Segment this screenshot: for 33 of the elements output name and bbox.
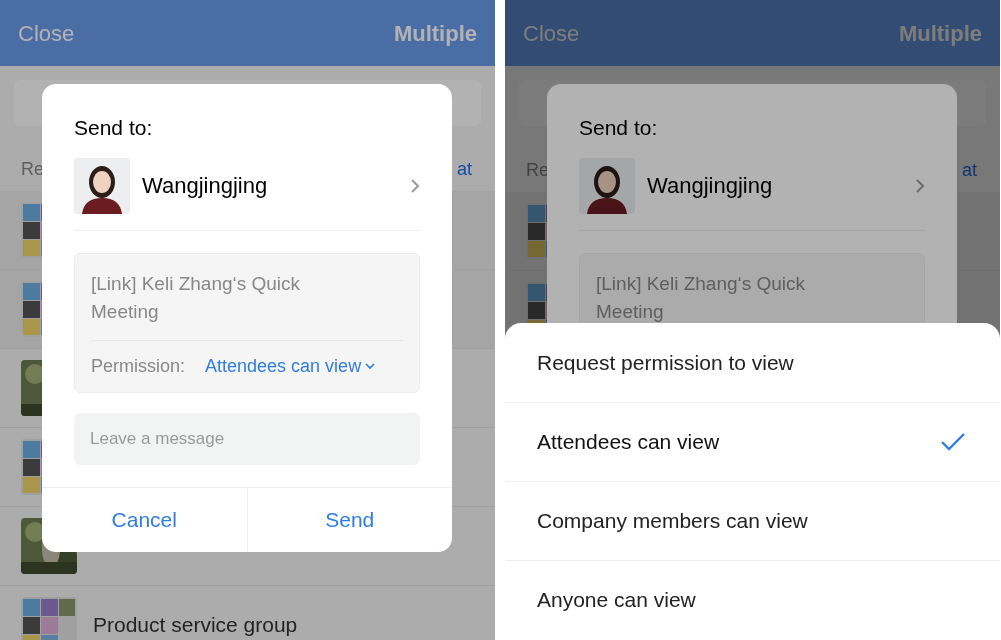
permission-option[interactable]: Request permission to view — [505, 323, 1000, 402]
permission-option[interactable]: Attendees can view — [505, 402, 1000, 481]
recipient-name: Wangjingjing — [142, 172, 269, 200]
permission-label: Permission: — [91, 354, 186, 378]
section-link[interactable]: at — [457, 156, 472, 183]
multiple-button[interactable]: Multiple — [393, 16, 477, 50]
permission-option[interactable]: Anyone can view — [505, 560, 1000, 639]
link-title: [Link] Keli Zhang‘s Quick Meeting — [91, 271, 302, 324]
dialog-title: Send to: — [74, 115, 154, 141]
option-label: Attendees can view — [537, 429, 720, 456]
option-label: Company members can view — [537, 508, 808, 535]
link-title: [Link] Keli Zhang‘s Quick Meeting — [596, 271, 807, 324]
option-label: Request permission to view — [537, 349, 794, 376]
recipient-name: Wangjingjing — [647, 172, 774, 200]
chevron-down-icon — [365, 362, 376, 370]
close-button[interactable]: Close — [18, 16, 75, 50]
cancel-button[interactable]: Cancel — [42, 487, 247, 552]
permission-dropdown[interactable]: Attendees can view — [205, 352, 376, 380]
section-link[interactable]: at — [962, 156, 977, 184]
multiple-button[interactable]: Multiple — [898, 16, 982, 50]
send-button[interactable]: Send — [246, 487, 452, 552]
option-label: Anyone can view — [537, 587, 696, 614]
close-button[interactable]: Close — [523, 16, 580, 50]
message-field[interactable]: Leave a message — [74, 412, 420, 465]
dialog-title: Send to: — [579, 115, 659, 141]
permission-option[interactable]: Company members can view — [505, 481, 1000, 560]
chevron-right-icon — [915, 177, 925, 194]
recipient-row[interactable]: Wangjingjing — [579, 157, 925, 231]
recipient-row[interactable]: Wangjingjing — [74, 157, 420, 231]
chat-name: Product service group — [93, 612, 298, 639]
chevron-right-icon — [410, 177, 420, 194]
section-label: Re — [21, 158, 44, 181]
checkmark-icon — [940, 432, 966, 452]
